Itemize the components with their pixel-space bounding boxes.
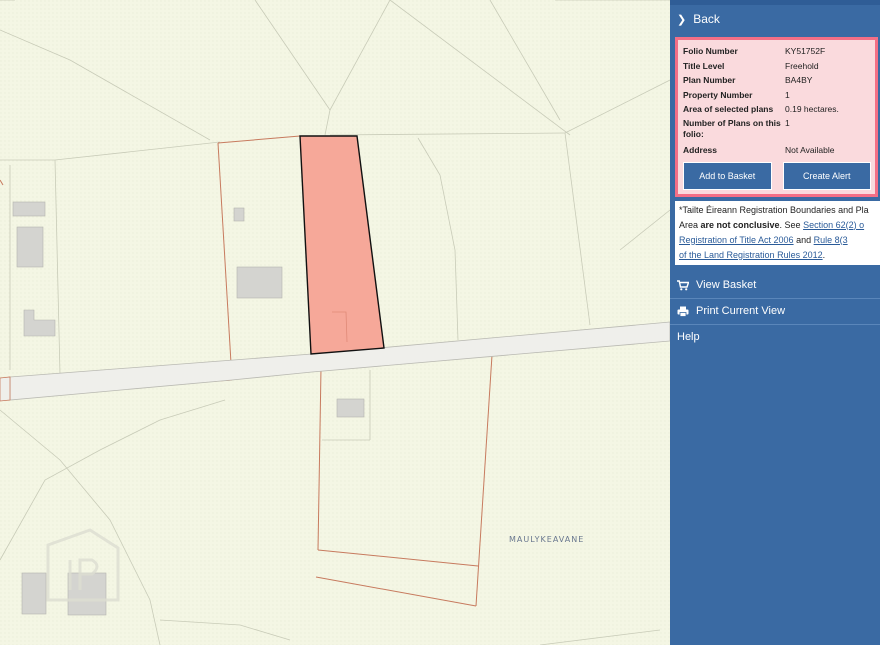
disclaimer-box: *Tailte Éireann Registration Boundaries … xyxy=(675,200,880,265)
disclaimer-line-1: *Tailte Éireann Registration Boundaries … xyxy=(679,204,869,215)
info-key: Number of Plans on this folio: xyxy=(683,117,781,139)
info-actions: Add to Basket Create Alert xyxy=(683,161,871,190)
info-value: 1 xyxy=(785,117,790,128)
disclaimer-text: Area xyxy=(679,219,701,230)
info-key: Title Level xyxy=(683,60,725,71)
disclaimer-line-4: of the Land Registration Rules 2012. xyxy=(679,248,880,263)
info-row-number-of-plans: Number of Plans on this folio: 1 xyxy=(683,118,871,140)
section-62-link[interactable]: Section 62(2) o xyxy=(803,220,864,230)
back-button[interactable]: ❯ Back xyxy=(670,5,880,33)
print-current-view-button[interactable]: Print Current View xyxy=(670,299,880,325)
add-to-basket-button[interactable]: Add to Basket xyxy=(683,161,772,190)
disclaimer-text: . See xyxy=(779,219,804,230)
help-button[interactable]: Help xyxy=(670,325,880,350)
basket-icon xyxy=(677,279,693,291)
view-basket-button[interactable]: View Basket xyxy=(670,273,880,299)
info-key: Property Number xyxy=(683,89,753,100)
townland-label: MAULYKEAVANE xyxy=(509,535,585,544)
info-key: Area of selected plans xyxy=(683,104,774,115)
disclaimer-text: . xyxy=(822,249,826,260)
info-row-address: Address Not Available xyxy=(683,143,871,158)
info-value: 1 xyxy=(785,89,790,100)
disclaimer-line-3: Registration of Title Act 2006 and Rule … xyxy=(679,233,880,248)
help-label: Help xyxy=(677,331,700,344)
print-icon xyxy=(677,306,693,317)
back-label: Back xyxy=(693,12,720,26)
info-row-property-number: Property Number 1 xyxy=(683,88,871,103)
info-row-area: Area of selected plans 0.19 hectares. xyxy=(683,102,871,117)
info-value: Freehold xyxy=(785,60,819,71)
info-value: 0.19 hectares. xyxy=(785,104,839,115)
rule-8-link[interactable]: Rule 8(3 xyxy=(814,235,848,245)
property-map[interactable]: MAULYKEAVANE xyxy=(0,0,670,645)
chevron-right-icon: ❯ xyxy=(677,13,687,26)
info-row-plan-number: Plan Number BA4BY xyxy=(683,73,871,88)
sidebar-panel: ❯ Back Folio Number KY51752F Title Level… xyxy=(670,0,880,645)
print-current-view-label: Print Current View xyxy=(696,305,786,318)
view-basket-label: View Basket xyxy=(696,279,757,292)
info-key: Plan Number xyxy=(683,75,736,86)
info-row-folio-number: Folio Number KY51752F xyxy=(683,44,871,59)
land-registration-rules-link[interactable]: of the Land Registration Rules 2012 xyxy=(679,250,823,260)
info-key: Folio Number xyxy=(683,46,738,56)
map-canvas[interactable] xyxy=(0,0,670,645)
create-alert-button[interactable]: Create Alert xyxy=(782,161,871,190)
info-key: Address xyxy=(683,144,718,155)
disclaimer-bold: are not conclusive xyxy=(700,219,780,230)
info-row-title-level: Title Level Freehold xyxy=(683,59,871,74)
disclaimer-line-2: Area are not conclusive. See Section 62(… xyxy=(679,218,880,233)
disclaimer-text: and xyxy=(793,234,814,245)
registration-of-title-act-link[interactable]: Registration of Title Act 2006 xyxy=(679,235,794,245)
info-value: KY51752F xyxy=(785,46,826,56)
road-edge xyxy=(0,376,11,402)
info-value: BA4BY xyxy=(785,75,813,86)
folio-info-box: Folio Number KY51752F Title Level Freeho… xyxy=(675,37,878,197)
info-value: Not Available xyxy=(785,144,835,155)
